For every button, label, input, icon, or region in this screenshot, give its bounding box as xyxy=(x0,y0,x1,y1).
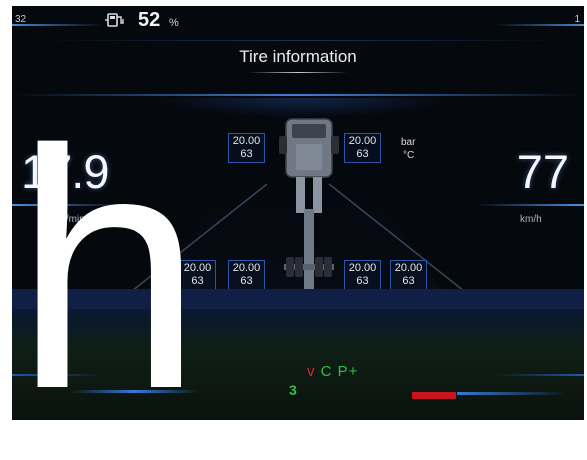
pressure-unit-label: bar xyxy=(401,137,416,148)
temperature-unit-label: °C xyxy=(403,150,415,161)
bottom-right-warning-bar xyxy=(412,392,456,399)
gear-indicator: 3 xyxy=(289,382,297,398)
tire-temperature: 63 xyxy=(402,275,415,287)
bottom-right-glow xyxy=(494,374,584,376)
right-gauge-line xyxy=(474,204,584,206)
tire-pressure: 20.00 xyxy=(232,135,261,147)
drive-mode-label: C P+ xyxy=(320,363,359,380)
tire-temperature: 63 xyxy=(356,148,369,160)
tire-rear-right-inner: 20.00 63 xyxy=(344,260,381,290)
vehicle-speed-value: 77 xyxy=(516,145,569,198)
vehicle-speed-unit: km/h xyxy=(520,214,542,225)
tire-pressure: 20.00 xyxy=(348,262,377,274)
tire-pressure: 20.00 xyxy=(394,262,423,274)
tire-pressure: 20.00 xyxy=(232,262,261,274)
tire-temperature: 63 xyxy=(356,275,369,287)
truck-top-view-icon xyxy=(279,118,339,289)
tire-temperature: 63 xyxy=(240,275,253,287)
tire-front-right: 20.00 63 xyxy=(344,133,381,163)
drive-status: v C P+ xyxy=(307,363,358,380)
tire-temperature: 63 xyxy=(240,148,253,160)
drive-warning-mark: v xyxy=(307,363,316,380)
tire-rear-right-outer: 20.00 63 xyxy=(390,260,427,290)
bottom-right-bar xyxy=(457,392,567,395)
tire-pressure: 20.00 xyxy=(348,135,377,147)
overlay-letter: h xyxy=(14,80,204,460)
tire-front-left: 20.00 63 xyxy=(228,133,265,163)
tire-rear-left-inner: 20.00 63 xyxy=(228,260,265,290)
